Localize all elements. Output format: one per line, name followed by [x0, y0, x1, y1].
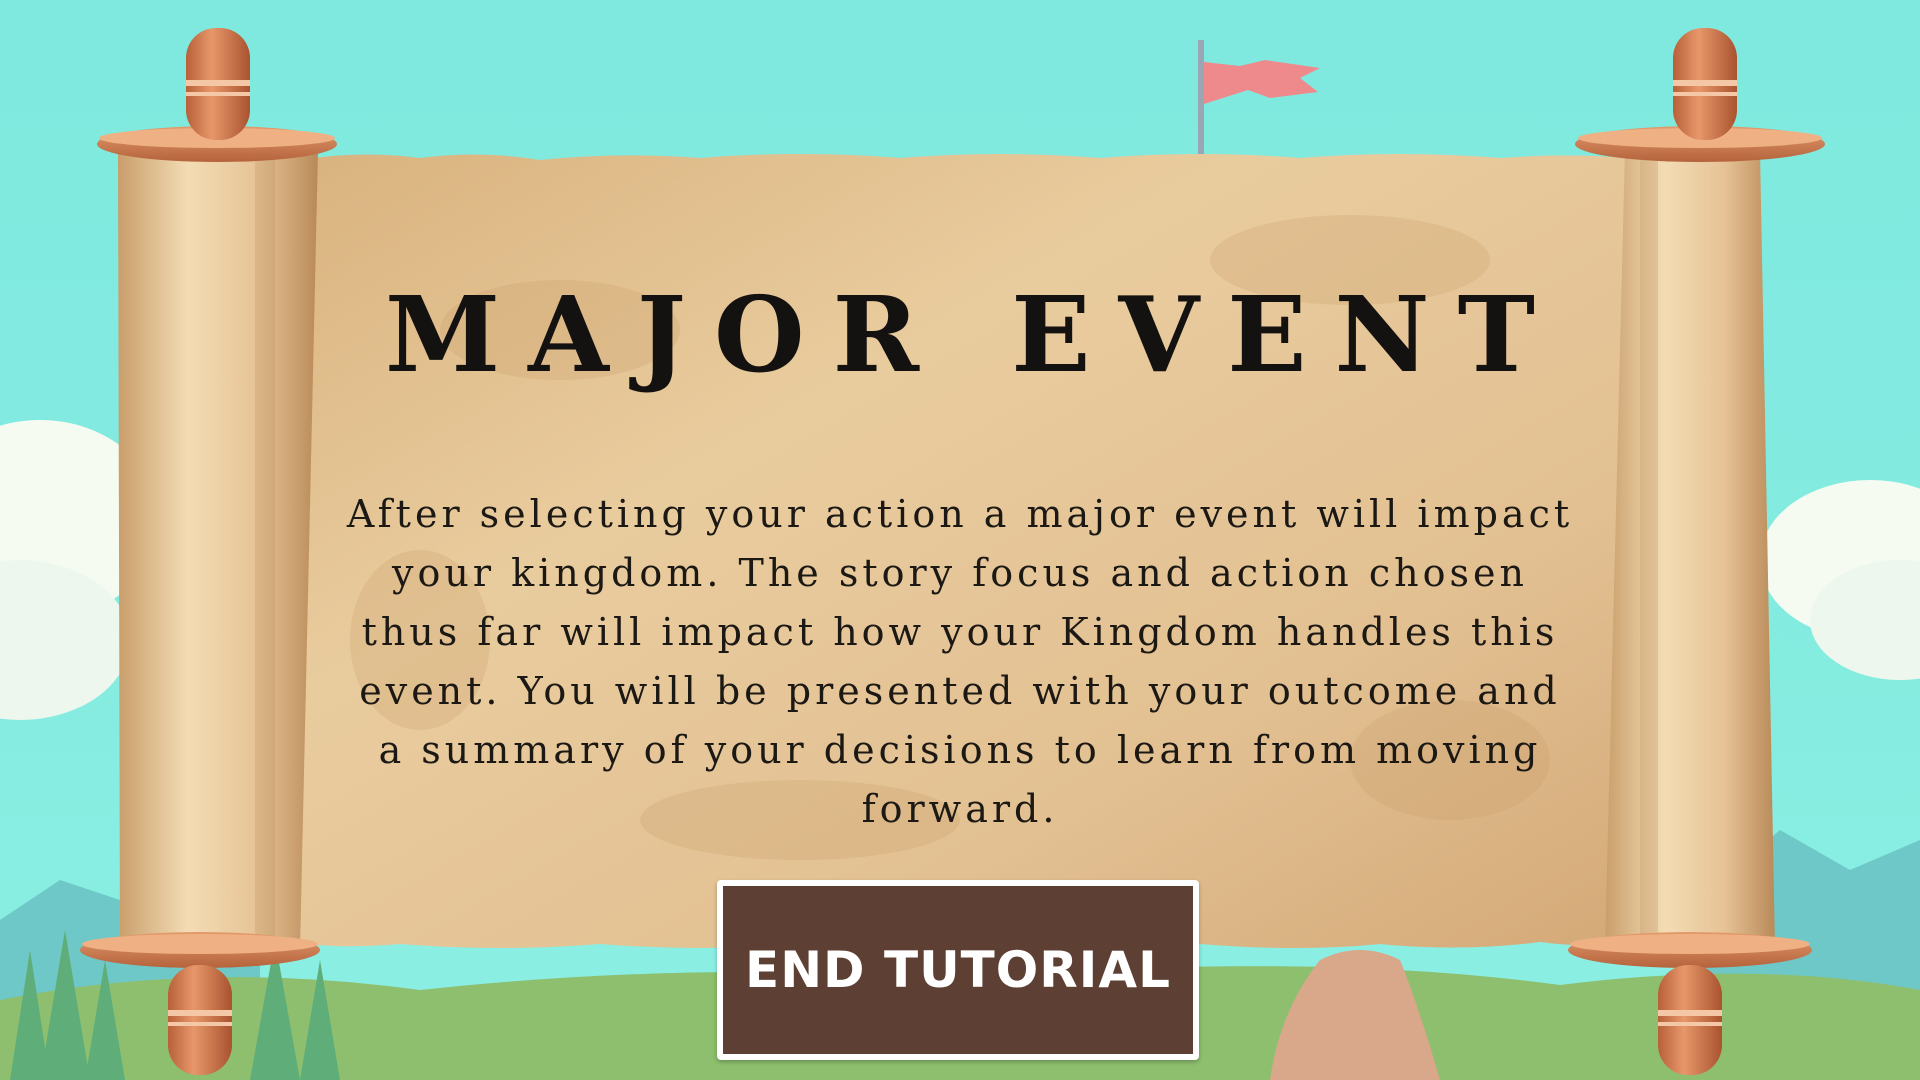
game-scene: MAJOR EVENT After selecting your action …: [0, 0, 1920, 1080]
end-tutorial-button-label: END TUTORIAL: [745, 941, 1171, 999]
left-scroll-roll: [80, 28, 337, 1075]
end-tutorial-button[interactable]: END TUTORIAL: [717, 880, 1199, 1060]
dialog-body-text: After selecting your action a major even…: [346, 492, 1574, 831]
dialog-title: MAJOR EVENT: [385, 273, 1563, 396]
